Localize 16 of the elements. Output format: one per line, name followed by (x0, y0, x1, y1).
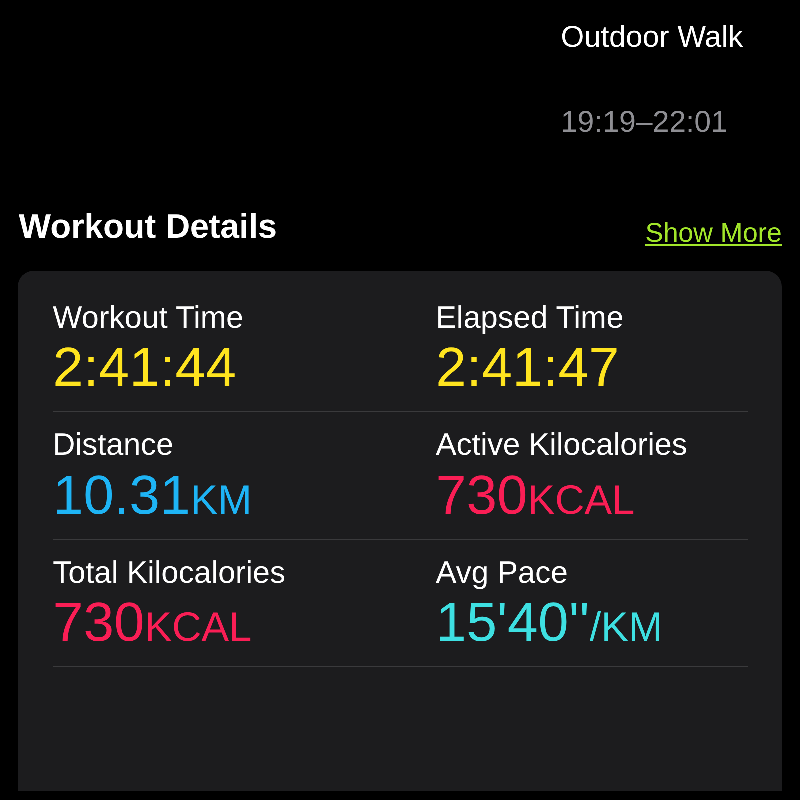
metric-label: Active Kilocalories (436, 426, 689, 464)
metric-value: 730KCAL (436, 464, 636, 527)
metric-label: Avg Pace (436, 554, 570, 592)
metric-value: 2:41:44 (53, 336, 238, 400)
time-range: 19:19–22:01 (561, 105, 729, 141)
metric-value: 10.31KM (53, 464, 254, 527)
metric-label: Workout Time (53, 299, 245, 336)
workout-type: Outdoor Walk (561, 20, 744, 56)
metric-label: Total Kilocalories (53, 554, 287, 592)
metric-label: Elapsed Time (436, 299, 625, 336)
metric-value: 730KCAL (53, 591, 253, 654)
metric-label: Distance (53, 426, 175, 464)
metric-value: 15'40''/KM (436, 591, 664, 654)
section-title: Workout Details (19, 207, 278, 248)
metric-value: 2:41:47 (436, 336, 621, 400)
show-more-link[interactable]: Show More (645, 212, 782, 253)
